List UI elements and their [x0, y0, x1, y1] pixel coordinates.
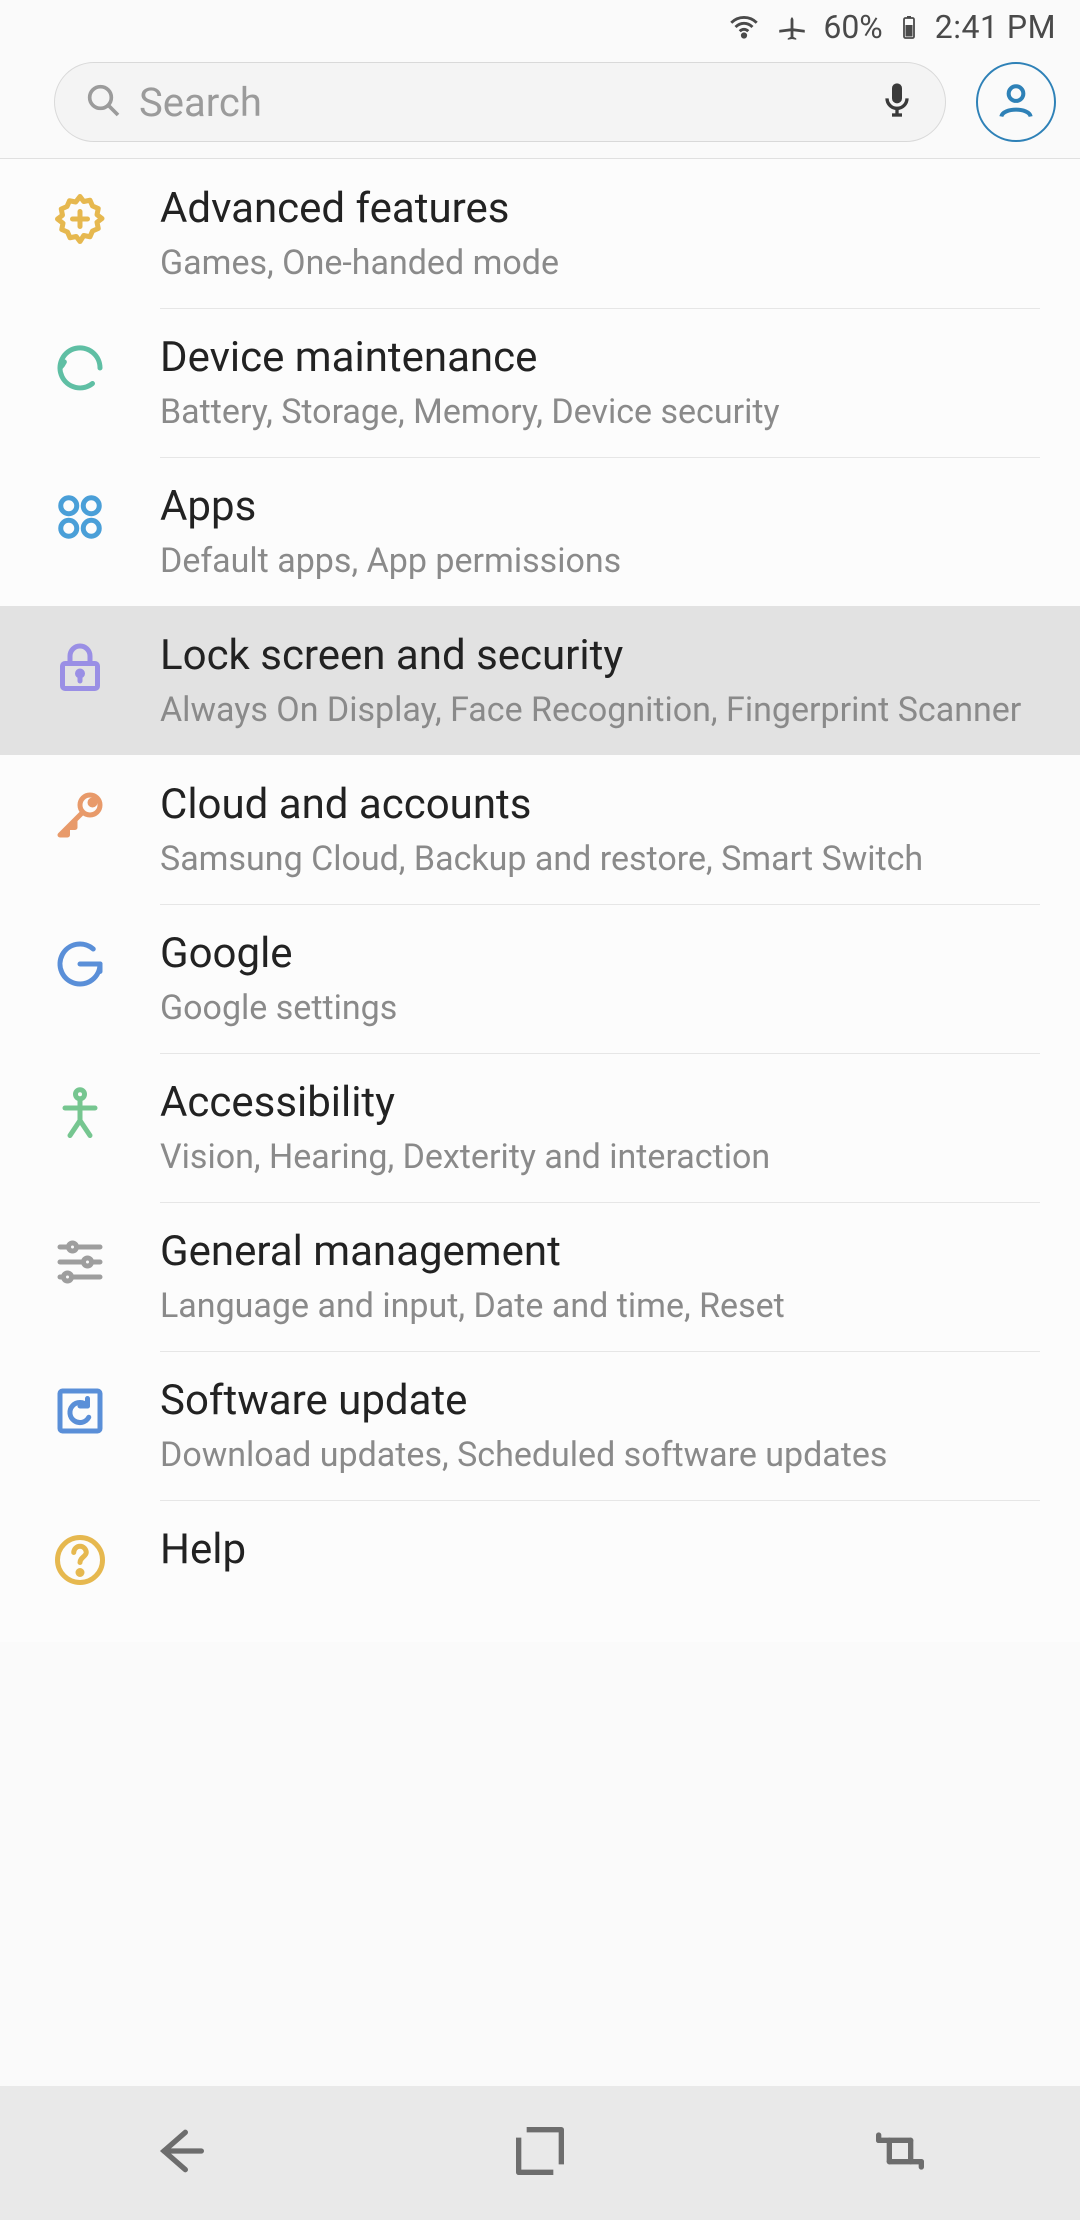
settings-item-google[interactable]: Google Google settings	[0, 904, 1080, 1053]
battery-percent: 60%	[823, 8, 882, 46]
settings-item-title: Device maintenance	[160, 332, 1040, 385]
settings-item-text: Device maintenance Battery, Storage, Memo…	[160, 332, 1040, 433]
settings-item-software-update[interactable]: Software update Download updates, Schedul…	[0, 1351, 1080, 1500]
google-icon	[0, 928, 160, 994]
settings-item-apps[interactable]: Apps Default apps, App permissions	[0, 457, 1080, 606]
home-button[interactable]	[508, 2119, 572, 2187]
settings-item-subtitle: Google settings	[160, 987, 1040, 1030]
settings-item-help[interactable]: Help	[0, 1500, 1080, 1642]
settings-item-title: Help	[160, 1524, 1040, 1577]
update-box-icon	[0, 1375, 160, 1441]
settings-item-title: General management	[160, 1226, 1040, 1279]
recents-button[interactable]	[868, 2119, 932, 2187]
settings-item-text: Apps Default apps, App permissions	[160, 481, 1040, 582]
profile-button[interactable]	[976, 62, 1056, 142]
search-icon	[83, 80, 123, 124]
settings-item-text: Lock screen and security Always On Displa…	[160, 630, 1040, 731]
settings-item-text: Accessibility Vision, Hearing, Dexterity …	[160, 1077, 1040, 1178]
lock-icon	[0, 630, 160, 696]
settings-item-lock-screen-and-security[interactable]: Lock screen and security Always On Displa…	[0, 606, 1080, 755]
airplane-icon	[775, 10, 809, 44]
nav-bar	[0, 2086, 1080, 2220]
settings-list: Advanced features Games, One-handed mode D…	[0, 159, 1080, 1642]
settings-item-advanced-features[interactable]: Advanced features Games, One-handed mode	[0, 159, 1080, 308]
sliders-icon	[0, 1226, 160, 1292]
settings-item-subtitle: Language and input, Date and time, Reset	[160, 1285, 1040, 1328]
four-circles-icon	[0, 481, 160, 547]
settings-item-subtitle: Vision, Hearing, Dexterity and interacti…	[160, 1136, 1040, 1179]
settings-item-subtitle: Samsung Cloud, Backup and restore, Smart…	[160, 838, 1040, 881]
settings-item-subtitle: Download updates, Scheduled software upd…	[160, 1434, 1040, 1477]
key-icon	[0, 779, 160, 845]
wifi-icon	[727, 10, 761, 44]
settings-item-text: Cloud and accounts Samsung Cloud, Backup …	[160, 779, 1040, 880]
settings-item-subtitle: Always On Display, Face Recognition, Fin…	[160, 689, 1040, 732]
settings-item-text: Google Google settings	[160, 928, 1040, 1029]
cycle-icon	[0, 332, 160, 398]
settings-item-title: Lock screen and security	[160, 630, 1040, 683]
settings-item-subtitle: Games, One-handed mode	[160, 242, 1040, 285]
settings-item-title: Apps	[160, 481, 1040, 534]
settings-item-title: Accessibility	[160, 1077, 1040, 1130]
settings-item-text: General management Language and input, Da…	[160, 1226, 1040, 1327]
settings-item-accessibility[interactable]: Accessibility Vision, Hearing, Dexterity …	[0, 1053, 1080, 1202]
search-placeholder: Search	[139, 79, 861, 126]
settings-item-title: Cloud and accounts	[160, 779, 1040, 832]
settings-item-text: Software update Download updates, Schedul…	[160, 1375, 1040, 1476]
person-icon	[994, 78, 1038, 126]
status-bar: 60% 2:41 PM	[0, 0, 1080, 54]
settings-item-title: Software update	[160, 1375, 1040, 1428]
settings-item-title: Advanced features	[160, 183, 1040, 236]
help-icon	[0, 1524, 160, 1590]
settings-item-text: Help	[160, 1524, 1040, 1577]
settings-item-text: Advanced features Games, One-handed mode	[160, 183, 1040, 284]
settings-item-device-maintenance[interactable]: Device maintenance Battery, Storage, Memo…	[0, 308, 1080, 457]
settings-item-cloud-and-accounts[interactable]: Cloud and accounts Samsung Cloud, Backup …	[0, 755, 1080, 904]
gear-plus-icon	[0, 183, 160, 249]
back-button[interactable]	[148, 2119, 212, 2187]
person-icon	[0, 1077, 160, 1143]
battery-icon	[897, 9, 921, 45]
settings-item-title: Google	[160, 928, 1040, 981]
header-row: Search	[0, 54, 1080, 158]
settings-item-subtitle: Battery, Storage, Memory, Device securit…	[160, 391, 1040, 434]
status-clock: 2:41 PM	[935, 8, 1056, 46]
mic-icon[interactable]	[877, 80, 917, 124]
settings-item-subtitle: Default apps, App permissions	[160, 540, 1040, 583]
settings-item-general-management[interactable]: General management Language and input, Da…	[0, 1202, 1080, 1351]
search-input[interactable]: Search	[54, 62, 946, 142]
